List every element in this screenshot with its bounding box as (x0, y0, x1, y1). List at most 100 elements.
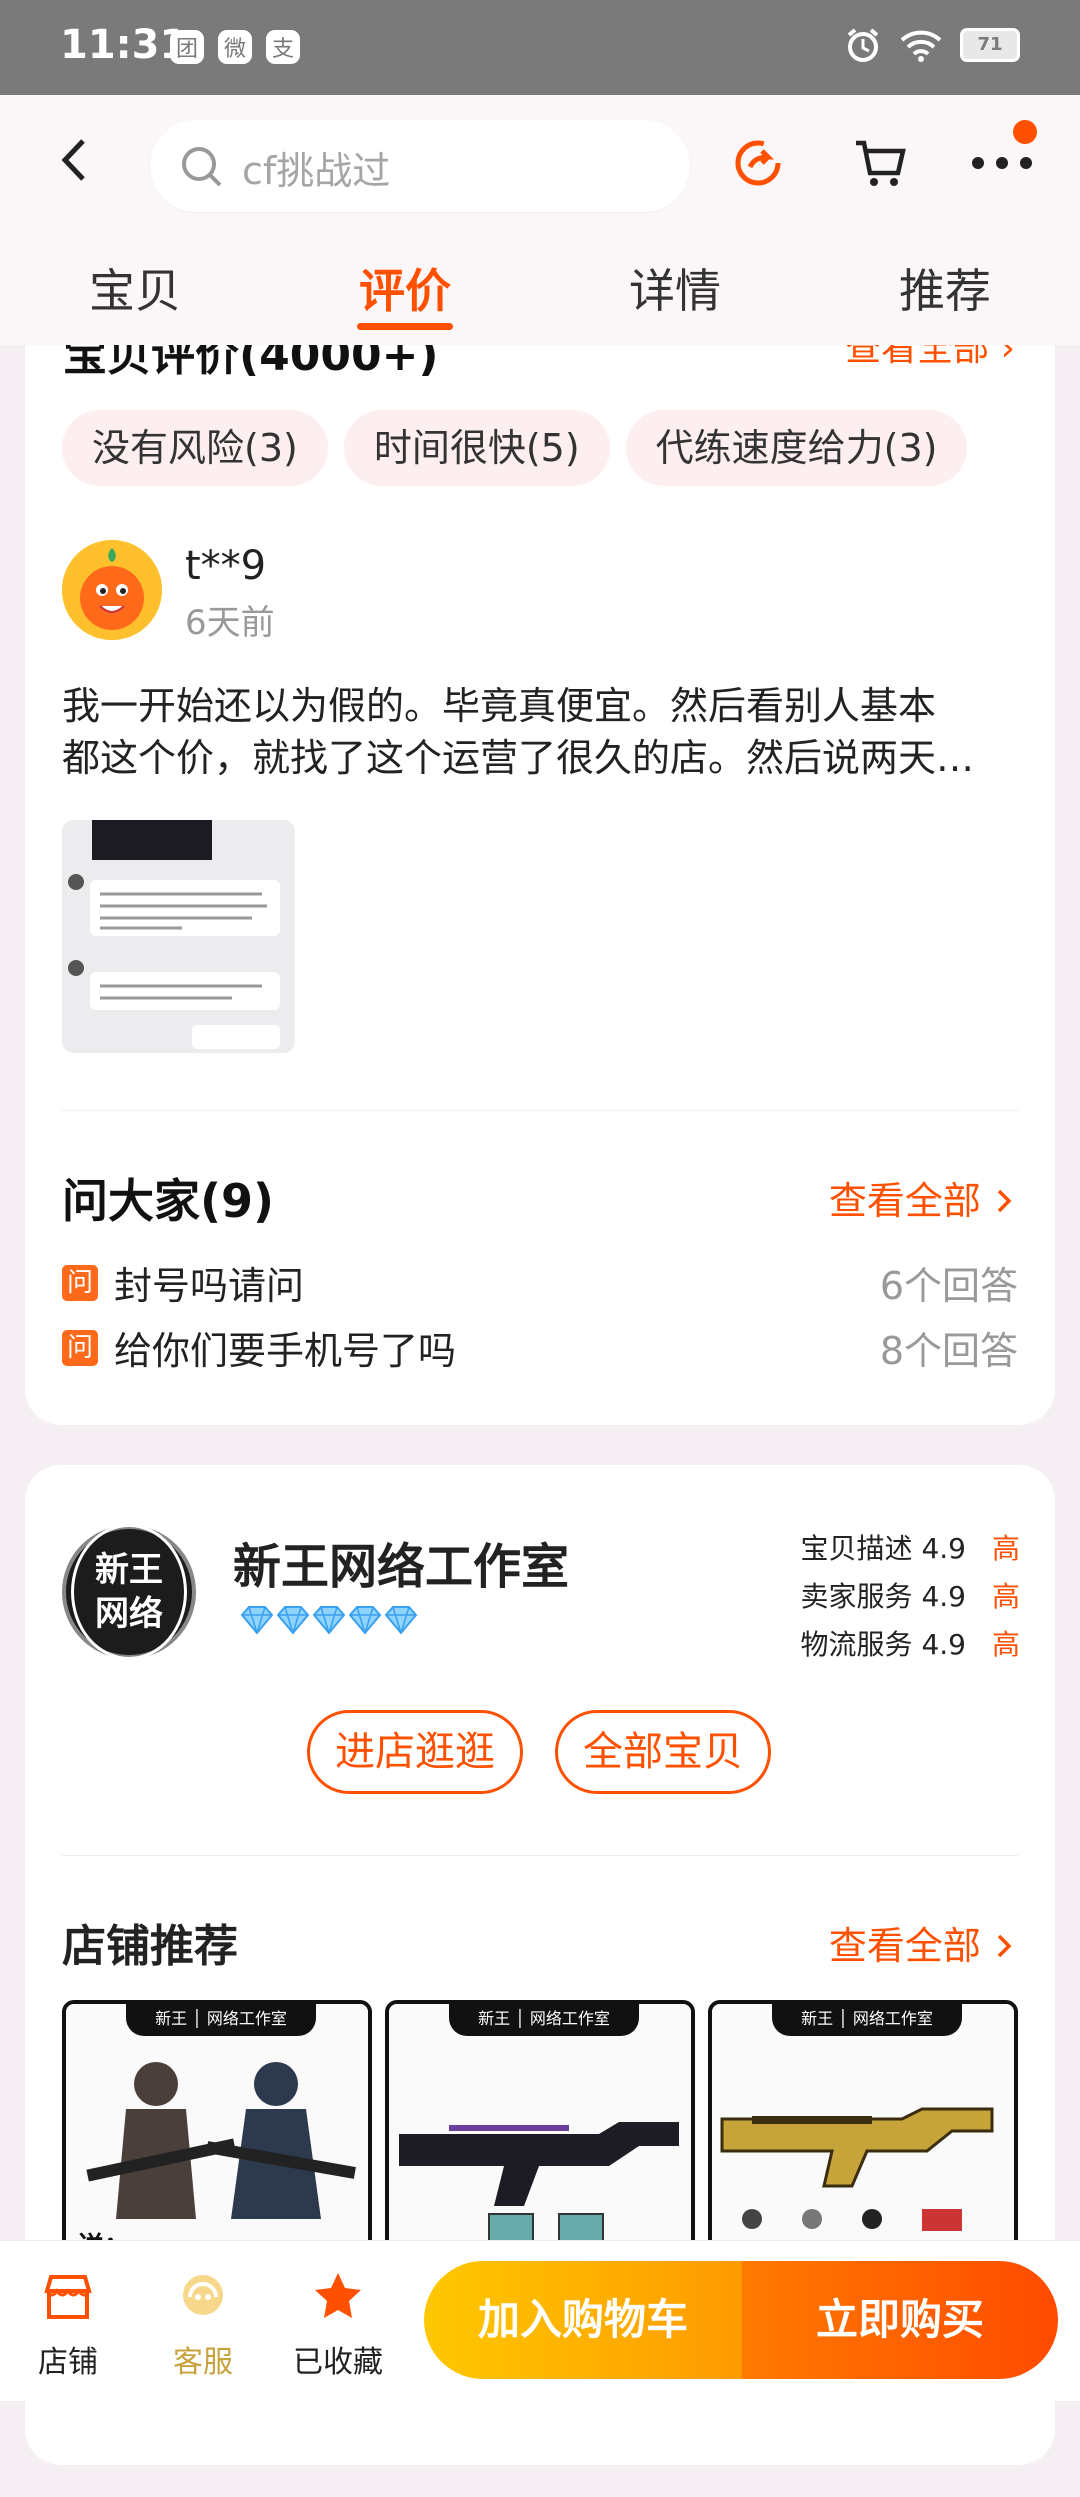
reviewer-name: t**9 (185, 543, 267, 589)
store-icon (44, 2275, 92, 2319)
search-icon (182, 147, 222, 187)
avatar[interactable] (62, 540, 162, 640)
status-bar: 11:31 团 微 支 71 (0, 0, 1080, 95)
store-label: 店铺 (38, 2345, 98, 2380)
rating-score: 4.9 (921, 1532, 966, 1565)
enter-shop-button[interactable]: 进店逛逛 (307, 1710, 523, 1794)
review-tags: 没有风险(3) 时间很快(5) 代练速度给力(3) (62, 410, 968, 486)
tab-reviews[interactable]: 评价 (305, 255, 505, 321)
product-banner: 新王 │ 网络工作室 (772, 2004, 962, 2036)
qa-item[interactable]: 问 封号吗请问 6个回答 (62, 1255, 1018, 1311)
review-tag[interactable]: 时间很快(5) (343, 410, 610, 486)
buy-now-button[interactable]: 立即购买 @穿越火线 (742, 2261, 1058, 2453)
rating-label: 宝贝描述 (800, 1532, 913, 1565)
watermark-text: @穿越火线 (917, 2423, 1048, 2453)
rating-logistics: 物流服务 4.9 高 (801, 1621, 1020, 1669)
alipay-notification-icon: 支 (266, 30, 300, 64)
shop-name[interactable]: 新王网络工作室 (233, 1527, 569, 1597)
weibo-notification-icon: 微 (218, 30, 252, 64)
answer-count: 6个回答 (879, 1264, 1018, 1308)
shop-ratings: 宝贝描述 4.9 高 卖家服务 4.9 高 物流服务 4.9 高 (801, 1525, 1020, 1669)
notification-icons: 团 微 支 (170, 30, 300, 64)
mascot-avatar-icon (62, 540, 162, 640)
product-banner: 新王 │ 网络工作室 (449, 2004, 639, 2036)
review-text[interactable]: 我一开始还以为假的。毕竟真便宜。然后看别人基本 都这个价，就找了这个运营了很久的… (62, 680, 1042, 784)
store-button[interactable]: 店铺 (18, 2271, 118, 2381)
search-query: cf挑战过 (242, 149, 391, 193)
question-text: 给你们要手机号了吗 (114, 1329, 457, 1373)
reviews-title: 宝贝评价(4000+) (63, 345, 439, 381)
review-text-line: 都这个价，就找了这个运营了很久的店。然后说两天… (62, 736, 975, 780)
shop-logo-text: 新王网络 (71, 1524, 187, 1660)
qa-item[interactable]: 问 给你们要手机号了吗 8个回答 (62, 1320, 1018, 1376)
back-arrow-icon[interactable] (55, 135, 95, 185)
chat-screenshot-image (62, 820, 295, 1053)
rating-score: 4.9 (921, 1580, 966, 1613)
review-tag[interactable]: 没有风险(3) (62, 410, 328, 486)
service-button[interactable]: 客服 (153, 2271, 253, 2381)
recommend-view-all-label: 查看全部 (828, 1924, 981, 1968)
service-label: 客服 (173, 2345, 233, 2380)
recommend-title: 店铺推荐 (62, 1921, 238, 1972)
favorite-button[interactable]: 已收藏 (288, 2271, 388, 2381)
star-icon (315, 2273, 361, 2318)
bottom-action-bar: 店铺 客服 已收藏 加入购物车 立即购买 @穿越火线 (0, 2240, 1080, 2453)
rating-label: 物流服务 (800, 1628, 913, 1661)
review-tag[interactable]: 代练速度给力(3) (625, 410, 968, 486)
rating-level: 高 (991, 1628, 1020, 1661)
all-items-button[interactable]: 全部宝贝 (555, 1710, 771, 1794)
top-nav: cf挑战过 (0, 95, 1080, 225)
rating-service: 卖家服务 4.9 高 (801, 1573, 1020, 1621)
chevron-right-icon (997, 1189, 1012, 1213)
alarm-icon (847, 28, 879, 62)
active-tab-indicator (357, 323, 453, 330)
shop-logo[interactable]: 新王网络 (62, 1524, 196, 1660)
cart-icon[interactable] (852, 135, 908, 191)
answer-count: 8个回答 (879, 1329, 1018, 1373)
notification-dot (1013, 120, 1037, 144)
review-date: 6天前 (185, 603, 275, 643)
shop-level-diamonds (240, 1605, 418, 1635)
qa-view-all-label: 查看全部 (828, 1179, 981, 1223)
rating-description: 宝贝描述 4.9 高 (801, 1525, 1020, 1573)
chevron-right-icon (997, 1934, 1012, 1958)
diamond-icon (240, 1606, 274, 1635)
qa-view-all-link[interactable]: 查看全部 (829, 1170, 1015, 1225)
tab-recommend[interactable]: 推荐 (845, 255, 1045, 321)
product-banner: 新王 │ 网络工作室 (126, 2004, 316, 2036)
diamond-icon (276, 1606, 310, 1635)
wifi-icon (900, 30, 942, 62)
question-badge-icon: 问 (62, 1330, 98, 1366)
customer-service-icon (183, 2275, 223, 2315)
tab-details[interactable]: 详情 (575, 255, 775, 321)
share-icon[interactable] (730, 135, 786, 191)
favorite-label: 已收藏 (293, 2345, 383, 2380)
more-icon[interactable] (970, 153, 1034, 173)
buy-now-label: 立即购买 (815, 2295, 984, 2344)
tab-item[interactable]: 宝贝 (35, 255, 235, 321)
reviews-card: 宝贝评价(4000+) 查看全部 › 没有风险(3) 时间很快(5) 代练速度给… (25, 345, 1055, 1425)
question-text: 封号吗请问 (114, 1264, 305, 1308)
review-text-line: 我一开始还以为假的。毕竟真便宜。然后看别人基本 (62, 684, 937, 728)
diamond-icon (384, 1606, 418, 1635)
section-tabs: 宝贝 评价 详情 推荐 (0, 225, 1080, 345)
rating-label: 卖家服务 (800, 1580, 913, 1613)
divider (62, 1855, 1018, 1856)
review-photo-thumbnail[interactable] (62, 820, 295, 1053)
diamond-icon (312, 1606, 346, 1635)
diamond-icon (348, 1606, 382, 1635)
battery-indicator: 71 (960, 28, 1020, 62)
reviews-view-all-link[interactable]: 查看全部 › (845, 345, 1015, 371)
rating-level: 高 (991, 1580, 1020, 1613)
app-notification-icon: 团 (170, 30, 204, 64)
add-to-cart-button[interactable]: 加入购物车 (424, 2261, 742, 2379)
recommend-view-all-link[interactable]: 查看全部 (829, 1915, 1015, 1970)
qa-title: 问大家(9) (62, 1174, 275, 1228)
search-input[interactable]: cf挑战过 (150, 120, 690, 212)
rating-level: 高 (991, 1532, 1020, 1565)
rating-score: 4.9 (921, 1628, 966, 1661)
clock: 11:31 (60, 22, 188, 68)
divider (62, 1110, 1018, 1111)
system-icons: 71 (844, 26, 1020, 64)
question-badge-icon: 问 (62, 1265, 98, 1301)
